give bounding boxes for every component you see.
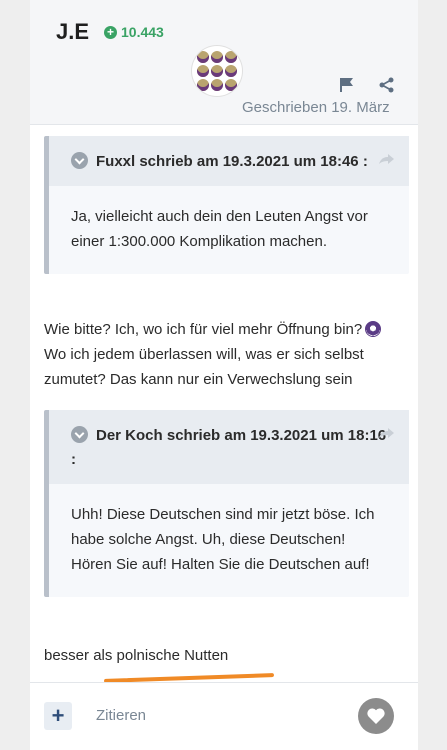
quote-header: Der Koch schrieb am 19.3.2021 um 18:16 :	[49, 410, 409, 484]
flag-icon[interactable]	[338, 76, 356, 94]
share-icon[interactable]	[378, 76, 396, 94]
post-card: J.E + 10.443 Geschrieben 19. März Fuxxl …	[30, 0, 418, 750]
quote-text: Ja, vielleicht auch dein den Leuten Angs…	[71, 208, 368, 250]
add-multiquote-button[interactable]: +	[44, 702, 72, 730]
quote-block: Fuxxl schrieb am 19.3.2021 um 18:46 : Ja…	[44, 136, 409, 274]
club-logo-emoji-icon	[365, 321, 382, 337]
quote-block: Der Koch schrieb am 19.3.2021 um 18:16 :…	[44, 410, 409, 597]
divider	[30, 682, 418, 683]
reply-text-part2: Wo ich jedem überlassen will, was er sic…	[44, 346, 364, 388]
like-button[interactable]	[358, 698, 394, 734]
author-name[interactable]: J.E	[56, 19, 89, 45]
quote-button[interactable]: Zitieren	[96, 707, 146, 724]
reply-paragraph: Wie bitte? Ich, wo ich für viel mehr Öff…	[44, 317, 404, 392]
post-actions	[338, 76, 396, 94]
chevron-down-icon[interactable]	[71, 152, 88, 169]
plus-circle-icon: +	[104, 25, 117, 39]
quote-author[interactable]: Fuxxl schrieb am 19.3.2021 um 18:46 :	[96, 153, 368, 170]
share-icon[interactable]	[377, 152, 395, 166]
quote-text: Uhh! Diese Deutschen sind mir jetzt böse…	[71, 506, 375, 573]
avatar[interactable]	[192, 46, 242, 96]
closing-text: besser als polnische Nutten	[44, 647, 229, 664]
heart-icon	[367, 708, 385, 724]
quote-header: Fuxxl schrieb am 19.3.2021 um 18:46 :	[49, 136, 409, 186]
quote-author[interactable]: Der Koch schrieb am 19.3.2021 um 18:16 :	[71, 427, 386, 468]
reputation-value: 10.443	[121, 24, 164, 40]
post-header: J.E + 10.443 Geschrieben 19. März	[30, 0, 418, 125]
chevron-down-icon[interactable]	[71, 426, 88, 443]
reply-text-part1: Wie bitte? Ich, wo ich für viel mehr Öff…	[44, 321, 363, 338]
post-date[interactable]: Geschrieben 19. März	[242, 99, 390, 116]
reputation-badge: + 10.443	[104, 24, 164, 40]
share-icon[interactable]	[377, 426, 395, 440]
